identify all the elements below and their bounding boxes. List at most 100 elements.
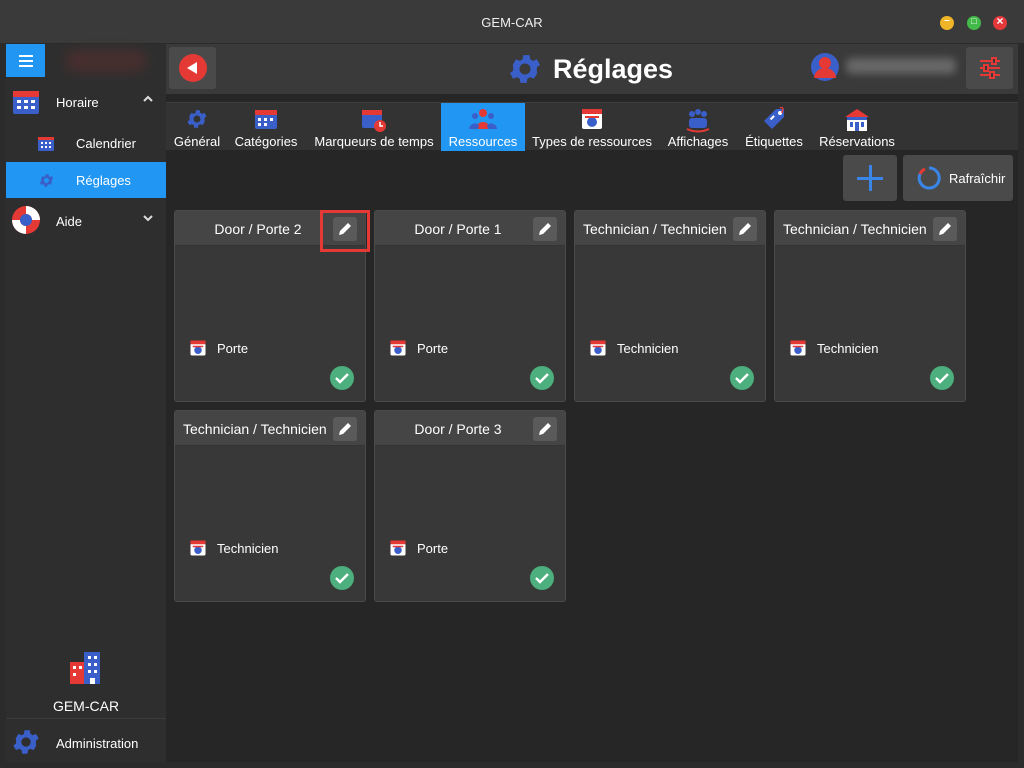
people-icon (469, 109, 497, 129)
display-icon (686, 109, 710, 133)
refresh-button[interactable]: Rafraîchir (903, 155, 1013, 201)
pencil-icon (339, 423, 351, 435)
card-header: Technician / Technicien (575, 211, 765, 246)
calendar-grid-icon (38, 137, 54, 151)
tab-label: Ressources (448, 134, 518, 149)
sidebar-group-aide[interactable]: Aide (6, 202, 166, 242)
edit-button[interactable] (533, 217, 557, 241)
tab-label: Types de ressources (532, 134, 652, 149)
edit-button[interactable] (533, 417, 557, 441)
edit-button[interactable] (333, 417, 357, 441)
maximize-button[interactable] (967, 16, 981, 30)
refresh-label: Rafraîchir (949, 171, 1006, 186)
card-resource-type: Technicien (789, 339, 878, 359)
tab-categories[interactable]: Catégories (232, 103, 300, 151)
settings-tabs: Général Catégories Marqueurs de temps Re… (166, 102, 1018, 151)
gear-icon (39, 174, 54, 187)
card-resource-type: Porte (389, 539, 448, 559)
resource-type-icon (582, 109, 602, 129)
sidebar-group-label: Horaire (56, 95, 99, 110)
brand-logo: GEM-CAR (6, 648, 166, 716)
check-icon (330, 566, 354, 590)
card-title: Technician / Technicien (583, 221, 727, 237)
pencil-icon (939, 223, 951, 235)
tab-reservations[interactable]: Réservations (816, 103, 898, 151)
resource-card: Door / Porte 1 Porte (374, 210, 566, 402)
back-arrow-icon (179, 54, 207, 82)
check-icon (530, 366, 554, 390)
resource-type-icon (790, 340, 806, 356)
tab-general[interactable]: Général (170, 103, 224, 151)
card-header: Door / Porte 3 (375, 411, 565, 446)
sidebar-group-horaire[interactable]: Horaire (6, 83, 166, 123)
user-name-blurred (846, 58, 956, 74)
main-panel: Réglages Général Catégories Marqueurs de… (166, 44, 1018, 762)
tab-affichages[interactable]: Affichages (664, 103, 732, 151)
resource-type-icon (590, 340, 606, 356)
resource-type-icon (390, 540, 406, 556)
page-header: Réglages (166, 44, 1018, 94)
calendar-clock-icon (362, 110, 386, 132)
check-icon (930, 366, 954, 390)
chevron-up-icon (142, 93, 154, 108)
resource-card: Technician / Technicien Technicien (774, 210, 966, 402)
card-type-label: Porte (417, 541, 449, 556)
card-header: Technician / Technicien (775, 211, 965, 246)
pencil-icon (539, 223, 551, 235)
page-title: Réglages (553, 54, 674, 84)
card-resource-type: Technicien (589, 339, 678, 359)
tab-label: Marqueurs de temps (314, 134, 434, 149)
pencil-icon (539, 423, 551, 435)
card-resource-type: Porte (189, 339, 248, 359)
edit-button[interactable] (933, 217, 957, 241)
card-type-label: Porte (217, 341, 249, 356)
sliders-icon (980, 57, 1000, 79)
gear-icon (187, 110, 207, 128)
tab-ressources[interactable]: Ressources (441, 103, 525, 151)
building-icon (845, 109, 869, 131)
add-resource-button[interactable] (843, 155, 897, 201)
gear-icon (509, 55, 541, 83)
tab-types-ressources[interactable]: Types de ressources (530, 103, 654, 151)
tab-etiquettes[interactable]: Étiquettes (742, 103, 806, 151)
filters-button[interactable] (966, 47, 1013, 89)
card-header: Door / Porte 1 (375, 211, 565, 246)
card-title: Technician / Technicien (183, 421, 327, 437)
pencil-icon (739, 223, 751, 235)
tab-label: Général (173, 134, 221, 149)
card-title: Door / Porte 1 (414, 221, 502, 237)
close-window-button[interactable] (993, 14, 1007, 30)
resource-card: Door / Porte 3 Porte (374, 410, 566, 602)
sidebar-item-administration[interactable]: Administration (6, 718, 166, 762)
card-type-label: Technicien (617, 341, 679, 356)
sidebar-item-calendrier[interactable]: Calendrier (6, 125, 166, 161)
chevron-down-icon (142, 212, 154, 227)
sidebar: Horaire Calendrier Réglages Aide GEM-CAR… (6, 44, 166, 762)
sidebar-item-reglages[interactable]: Réglages (6, 162, 166, 198)
tab-label: Réservations (819, 134, 895, 149)
card-type-label: Porte (417, 341, 449, 356)
check-icon (330, 366, 354, 390)
gem-car-logo-icon (70, 652, 100, 684)
resource-type-icon (190, 540, 206, 556)
tab-label: Catégories (234, 134, 298, 149)
back-button[interactable] (169, 47, 216, 89)
window-titlebar: GEM-CAR (0, 0, 1024, 44)
brand-label: GEM-CAR (52, 698, 120, 714)
minimize-button[interactable] (940, 15, 954, 30)
edit-button[interactable] (733, 217, 757, 241)
card-resource-type: Porte (389, 339, 448, 359)
edit-button-highlight (320, 210, 370, 252)
user-avatar-icon[interactable] (811, 52, 839, 82)
sidebar-group-label: Aide (56, 214, 83, 229)
tab-label: Étiquettes (745, 134, 803, 149)
check-icon (730, 366, 754, 390)
sidebar-item-label: Calendrier (76, 136, 136, 151)
menu-toggle-button[interactable] (6, 44, 45, 77)
resource-type-icon (390, 340, 406, 356)
tag-icon (764, 107, 784, 129)
tab-marqueurs[interactable]: Marqueurs de temps (310, 103, 438, 151)
calendar-icon (13, 91, 39, 114)
lifebuoy-icon (12, 206, 40, 234)
calendar-icon (255, 110, 277, 129)
